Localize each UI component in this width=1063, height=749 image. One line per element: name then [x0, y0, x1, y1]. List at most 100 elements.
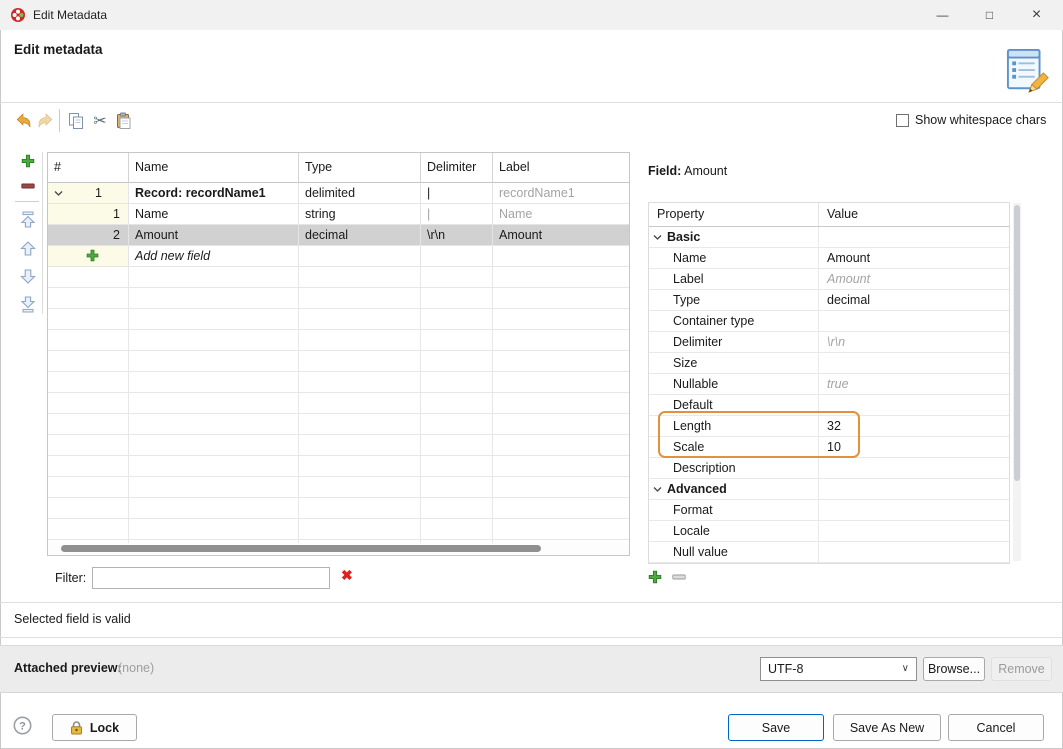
prop-value[interactable] — [819, 458, 1009, 479]
prop-row-null-value[interactable]: Null value — [649, 542, 1009, 563]
cell-type[interactable] — [299, 246, 421, 267]
plus-icon — [21, 154, 35, 168]
prop-value[interactable] — [819, 500, 1009, 521]
prop-row-length[interactable]: Length 32 — [649, 416, 1009, 437]
vertical-scrollbar[interactable] — [1013, 203, 1021, 561]
cell-type[interactable]: string — [299, 204, 421, 225]
prop-row-scale[interactable]: Scale 10 — [649, 437, 1009, 458]
show-whitespace-checkbox[interactable]: Show whitespace chars — [896, 113, 1046, 127]
cell-num[interactable]: 1 — [48, 183, 129, 204]
cell-num[interactable]: 1 — [48, 204, 129, 225]
cell-name[interactable]: Record: recordName1 — [129, 183, 299, 204]
maximize-button[interactable]: □ — [966, 0, 1013, 30]
prop-group-basic[interactable]: Basic — [649, 227, 1009, 248]
attached-preview-value: (none) — [118, 661, 154, 675]
add-row-plus-icon[interactable] — [86, 249, 99, 262]
save-button[interactable]: Save — [728, 714, 824, 741]
cell-num[interactable]: 2 — [48, 225, 129, 246]
prop-value[interactable] — [819, 542, 1009, 563]
move-last-button[interactable] — [17, 294, 39, 314]
table-row-amount-selected[interactable]: 2 Amount decimal \r\n Amount — [48, 225, 629, 246]
prop-value[interactable]: Amount — [819, 248, 1009, 269]
clear-filter-button[interactable]: ✖ — [341, 567, 353, 584]
prop-row-type[interactable]: Type decimal — [649, 290, 1009, 311]
help-button[interactable]: ? — [13, 716, 32, 735]
prop-value[interactable] — [819, 353, 1009, 374]
cell-name[interactable]: Name — [129, 204, 299, 225]
encoding-value: UTF-8 — [768, 662, 803, 676]
cell-type[interactable]: delimited — [299, 183, 421, 204]
remove-field-button[interactable] — [17, 176, 39, 196]
prop-value[interactable] — [819, 395, 1009, 416]
filter-input[interactable] — [92, 567, 330, 589]
cut-button[interactable]: ✂ — [89, 110, 111, 132]
lock-button[interactable]: Lock — [52, 714, 137, 741]
col-header-name[interactable]: Name — [129, 153, 299, 183]
prop-row-format[interactable]: Format — [649, 500, 1009, 521]
prop-row-delimiter[interactable]: Delimiter \r\n — [649, 332, 1009, 353]
browse-button[interactable]: Browse... — [923, 657, 985, 681]
prop-row-size[interactable]: Size — [649, 353, 1009, 374]
move-first-button[interactable] — [17, 209, 39, 229]
prop-value[interactable]: Amount — [819, 269, 1009, 290]
cell-type[interactable]: decimal — [299, 225, 421, 246]
remove-button[interactable]: Remove — [991, 657, 1052, 681]
cell-delimiter[interactable] — [421, 246, 493, 267]
col-header-delimiter[interactable]: Delimiter — [421, 153, 493, 183]
prop-label: Format — [649, 500, 819, 521]
prop-row-description[interactable]: Description — [649, 458, 1009, 479]
scrollbar-thumb[interactable] — [1014, 205, 1020, 481]
encoding-select[interactable]: UTF-8 ∨ — [760, 657, 917, 681]
col-header-property[interactable]: Property — [649, 203, 819, 226]
table-row-add-new[interactable]: Add new field — [48, 246, 629, 267]
cell-label[interactable]: recordName1 — [493, 183, 629, 204]
copy-button[interactable] — [65, 110, 87, 132]
move-down-button[interactable] — [17, 266, 39, 286]
table-row-record[interactable]: 1 Record: recordName1 delimited | record… — [48, 183, 629, 204]
prop-value[interactable] — [819, 311, 1009, 332]
cell-name[interactable]: Amount — [129, 225, 299, 246]
prop-value[interactable]: 32 — [819, 416, 1009, 437]
cut-icon: ✂ — [93, 111, 106, 131]
col-header-num[interactable]: # — [48, 153, 129, 183]
cancel-button[interactable]: Cancel — [948, 714, 1044, 741]
minimize-button[interactable]: — — [919, 0, 966, 30]
prop-value[interactable]: 10 — [819, 437, 1009, 458]
cell-num[interactable] — [48, 246, 129, 267]
cell-delimiter[interactable]: \r\n — [421, 225, 493, 246]
move-up-button[interactable] — [17, 238, 39, 258]
paste-button[interactable] — [113, 110, 135, 132]
prop-value[interactable]: true — [819, 374, 1009, 395]
col-header-value[interactable]: Value — [819, 203, 1009, 226]
app-icon — [10, 7, 26, 23]
add-field-button[interactable] — [17, 151, 39, 171]
cell-label[interactable]: Name — [493, 204, 629, 225]
cell-delimiter[interactable]: | — [421, 183, 493, 204]
cell-label[interactable] — [493, 246, 629, 267]
cell-name[interactable]: Add new field — [129, 246, 299, 267]
undo-button[interactable] — [12, 110, 34, 132]
prop-row-nullable[interactable]: Nullable true — [649, 374, 1009, 395]
col-header-label[interactable]: Label — [493, 153, 629, 183]
prop-group-advanced[interactable]: Advanced — [649, 479, 1009, 500]
save-as-new-button[interactable]: Save As New — [833, 714, 941, 741]
close-button[interactable]: × — [1013, 0, 1060, 30]
prop-value[interactable]: \r\n — [819, 332, 1009, 353]
prop-row-name[interactable]: Name Amount — [649, 248, 1009, 269]
add-property-button[interactable] — [648, 570, 662, 584]
cell-delimiter[interactable]: | — [421, 204, 493, 225]
prop-row-container-type[interactable]: Container type — [649, 311, 1009, 332]
remove-property-button[interactable] — [672, 570, 686, 584]
table-row-name[interactable]: 1 Name string | Name — [48, 204, 629, 225]
scrollbar-thumb[interactable] — [61, 545, 541, 552]
prop-row-locale[interactable]: Locale — [649, 521, 1009, 542]
prop-row-default[interactable]: Default — [649, 395, 1009, 416]
redo-button[interactable] — [35, 110, 57, 132]
cell-label[interactable]: Amount — [493, 225, 629, 246]
horizontal-scrollbar[interactable] — [48, 543, 629, 555]
prop-value[interactable] — [819, 521, 1009, 542]
prop-value[interactable]: decimal — [819, 290, 1009, 311]
chevron-down-icon[interactable] — [54, 190, 63, 197]
col-header-type[interactable]: Type — [299, 153, 421, 183]
prop-row-label[interactable]: Label Amount — [649, 269, 1009, 290]
